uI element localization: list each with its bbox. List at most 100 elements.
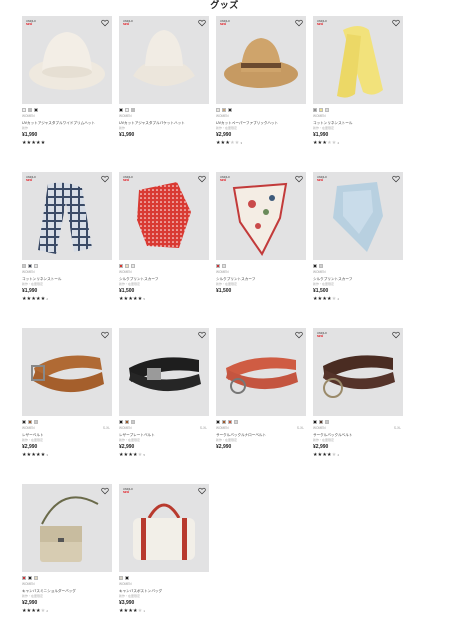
review-count: 5: [143, 297, 146, 301]
product-image[interactable]: UNIQLO NEW: [119, 484, 209, 572]
color-swatch[interactable]: [119, 108, 123, 112]
heart-icon[interactable]: [101, 487, 109, 495]
heart-icon[interactable]: [101, 19, 109, 27]
product-photo: [40, 496, 99, 562]
color-swatch[interactable]: [313, 108, 317, 112]
color-swatch[interactable]: [125, 420, 129, 424]
heart-icon[interactable]: [392, 175, 400, 183]
color-swatch[interactable]: [228, 108, 232, 112]
heart-icon[interactable]: [295, 175, 303, 183]
color-swatch[interactable]: [119, 576, 123, 580]
heart-icon[interactable]: [198, 331, 206, 339]
color-swatch[interactable]: [22, 264, 26, 268]
gender-label: WOMEN: [119, 426, 132, 430]
product-card[interactable]: WOMEN キャンバスミニショルダーバッグ 新作・在庫限定 ¥2,990 ★★★…: [22, 484, 112, 640]
color-swatch[interactable]: [34, 576, 38, 580]
color-swatch[interactable]: [325, 108, 329, 112]
size-range: S-XL: [393, 426, 401, 430]
product-card[interactable]: UNIQLO NEW WOMEN シルクプリントスカーフ 新作・在庫限定 ¥1,…: [119, 172, 209, 328]
color-swatch[interactable]: [22, 108, 26, 112]
heart-icon[interactable]: [392, 331, 400, 339]
product-card[interactable]: WOMEN S-XL レザーベルト 新作・在庫限定 ¥2,990 ★★★★★3: [22, 328, 112, 484]
color-swatch[interactable]: [119, 420, 123, 424]
product-meta: WOMEN: [313, 270, 403, 275]
product-grid: UNIQLO NEW WOMEN UVカットアジャスタブルワイドブリムハット 新…: [22, 16, 403, 640]
product-card[interactable]: UNIQLO NEW WOMEN キャンバスボストンバッグ 新作・在庫限定 ¥3…: [119, 484, 209, 640]
color-swatch[interactable]: [234, 420, 238, 424]
product-card[interactable]: UNIQLO NEW WOMEN UVカットペーパーファブリックハット 新作・在…: [216, 16, 306, 172]
product-image[interactable]: [22, 328, 112, 416]
heart-icon[interactable]: [392, 19, 400, 27]
heart-icon[interactable]: [295, 19, 303, 27]
rating-stars: ★★★★★2: [22, 608, 49, 614]
color-swatch[interactable]: [34, 264, 38, 268]
product-card[interactable]: UNIQLO NEW WOMEN シルクプリントスカーフ 新作・在庫限定 ¥1,…: [216, 172, 306, 328]
product-card[interactable]: UNIQLO NEW WOMEN コットンリネンストール 新作・在庫限定 ¥1,…: [22, 172, 112, 328]
color-swatch[interactable]: [28, 108, 32, 112]
product-image[interactable]: UNIQLO NEW: [313, 172, 403, 260]
product-card[interactable]: UNIQLO NEW WOMEN UVカットアジャスタブルワイドブリムハット 新…: [22, 16, 112, 172]
product-image[interactable]: UNIQLO NEW: [216, 16, 306, 104]
color-swatch[interactable]: [222, 108, 226, 112]
color-swatch[interactable]: [34, 420, 38, 424]
color-swatch[interactable]: [216, 108, 220, 112]
color-swatch[interactable]: [28, 420, 32, 424]
color-swatch[interactable]: [125, 264, 129, 268]
color-swatch[interactable]: [34, 108, 38, 112]
heart-icon[interactable]: [101, 331, 109, 339]
color-swatch[interactable]: [313, 264, 317, 268]
product-image[interactable]: UNIQLO NEW: [119, 16, 209, 104]
product-image[interactable]: [216, 328, 306, 416]
new-badge: UNIQLO NEW: [317, 20, 327, 26]
color-swatch[interactable]: [22, 576, 26, 580]
color-swatch[interactable]: [319, 108, 323, 112]
color-swatch[interactable]: [22, 420, 26, 424]
product-image[interactable]: UNIQLO NEW: [313, 328, 403, 416]
rating-stars: ★★★★★2: [313, 140, 340, 146]
product-image[interactable]: UNIQLO NEW: [313, 16, 403, 104]
color-swatch[interactable]: [28, 576, 32, 580]
heart-icon[interactable]: [295, 331, 303, 339]
product-card[interactable]: UNIQLO NEW WOMEN S-XL サークルバックルベルト 新作・在庫限…: [313, 328, 403, 484]
color-swatch[interactable]: [28, 264, 32, 268]
color-swatch[interactable]: [216, 420, 220, 424]
product-image[interactable]: UNIQLO NEW: [119, 172, 209, 260]
heart-icon[interactable]: [198, 175, 206, 183]
product-card[interactable]: UNIQLO NEW WOMEN シルクプリントスカーフ 新作・在庫限定 ¥1,…: [313, 172, 403, 328]
product-photo: [226, 357, 298, 394]
product-price: ¥2,990: [22, 600, 38, 606]
product-image[interactable]: UNIQLO NEW: [22, 172, 112, 260]
product-card[interactable]: WOMEN S-XL レザープレートベルト 新作・在庫限定 ¥2,990 ★★★…: [119, 328, 209, 484]
color-swatch[interactable]: [119, 264, 123, 268]
color-swatch[interactable]: [125, 576, 129, 580]
color-swatch[interactable]: [222, 420, 226, 424]
product-image[interactable]: UNIQLO NEW: [22, 16, 112, 104]
color-swatch[interactable]: [325, 420, 329, 424]
product-photo: [323, 355, 395, 398]
color-swatch[interactable]: [222, 264, 226, 268]
color-swatch[interactable]: [131, 108, 135, 112]
product-price: ¥1,500: [216, 288, 232, 294]
color-swatch[interactable]: [125, 108, 129, 112]
color-swatches: [216, 264, 306, 268]
heart-icon[interactable]: [101, 175, 109, 183]
color-swatch[interactable]: [319, 264, 323, 268]
heart-icon[interactable]: [198, 19, 206, 27]
color-swatch[interactable]: [131, 420, 135, 424]
color-swatch[interactable]: [228, 420, 232, 424]
product-meta: WOMEN: [22, 582, 112, 587]
product-meta: WOMEN S-XL: [216, 426, 306, 431]
color-swatch[interactable]: [319, 420, 323, 424]
color-swatches: [119, 576, 209, 580]
heart-icon[interactable]: [198, 487, 206, 495]
rating-stars: [119, 139, 209, 147]
product-card[interactable]: UNIQLO NEW WOMEN UVカットアジャスタブルバケットハット 新作 …: [119, 16, 209, 172]
product-card[interactable]: WOMEN S-XL サークルバックルナローベルト 新作・在庫限定 ¥2,990: [216, 328, 306, 484]
product-image[interactable]: UNIQLO NEW: [216, 172, 306, 260]
product-image[interactable]: [119, 328, 209, 416]
product-image[interactable]: [22, 484, 112, 572]
color-swatch[interactable]: [216, 264, 220, 268]
color-swatch[interactable]: [313, 420, 317, 424]
color-swatch[interactable]: [131, 264, 135, 268]
product-card[interactable]: UNIQLO NEW WOMEN コットンリネンストール 新作・在庫限定 ¥1,…: [313, 16, 403, 172]
